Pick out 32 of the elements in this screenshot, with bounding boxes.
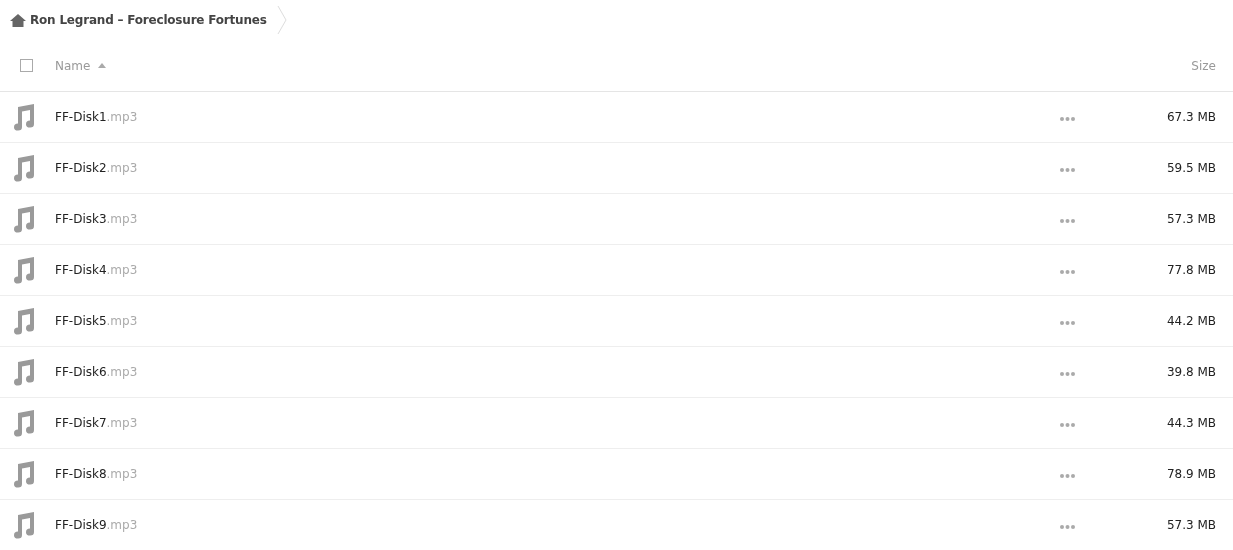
breadcrumb-link[interactable]: Ron Legrand – Foreclosure Fortunes	[30, 11, 267, 29]
file-size: 59.5 MB	[1166, 160, 1217, 177]
file-name[interactable]: FF-Disk1.mp3	[55, 108, 138, 126]
file-name[interactable]: FF-Disk9.mp3	[55, 516, 138, 534]
file-size: 39.8 MB	[1166, 364, 1217, 381]
file-size: 78.9 MB	[1166, 466, 1217, 483]
sort-ascending-icon	[98, 63, 107, 68]
more-actions-icon[interactable]	[1059, 372, 1075, 376]
file-name[interactable]: FF-Disk4.mp3	[55, 261, 138, 279]
file-size: 44.2 MB	[1166, 313, 1217, 330]
more-actions-icon[interactable]	[1059, 270, 1075, 274]
more-actions-icon[interactable]	[1059, 423, 1075, 427]
more-actions-icon[interactable]	[1059, 525, 1075, 529]
more-actions-icon[interactable]	[1059, 219, 1075, 223]
file-size: 57.3 MB	[1166, 517, 1217, 534]
more-actions-icon[interactable]	[1059, 321, 1075, 325]
file-size: 44.3 MB	[1166, 415, 1217, 432]
file-name[interactable]: FF-Disk6.mp3	[55, 363, 138, 381]
more-actions-icon[interactable]	[1059, 117, 1075, 121]
file-name[interactable]: FF-Disk8.mp3	[55, 465, 138, 483]
breadcrumb-separator-icon	[276, 5, 287, 35]
more-actions-icon[interactable]	[1059, 168, 1075, 172]
file-name[interactable]: FF-Disk5.mp3	[55, 312, 138, 330]
select-all-checkbox[interactable]	[19, 59, 33, 72]
more-actions-icon[interactable]	[1059, 474, 1075, 478]
file-size: 67.3 MB	[1166, 109, 1217, 126]
file-name[interactable]: FF-Disk3.mp3	[55, 210, 138, 228]
file-size: 77.8 MB	[1166, 262, 1217, 279]
file-size: 57.3 MB	[1166, 211, 1217, 228]
home-icon[interactable]	[10, 13, 26, 27]
file-name[interactable]: FF-Disk2.mp3	[55, 159, 138, 177]
file-name[interactable]: FF-Disk7.mp3	[55, 414, 138, 432]
